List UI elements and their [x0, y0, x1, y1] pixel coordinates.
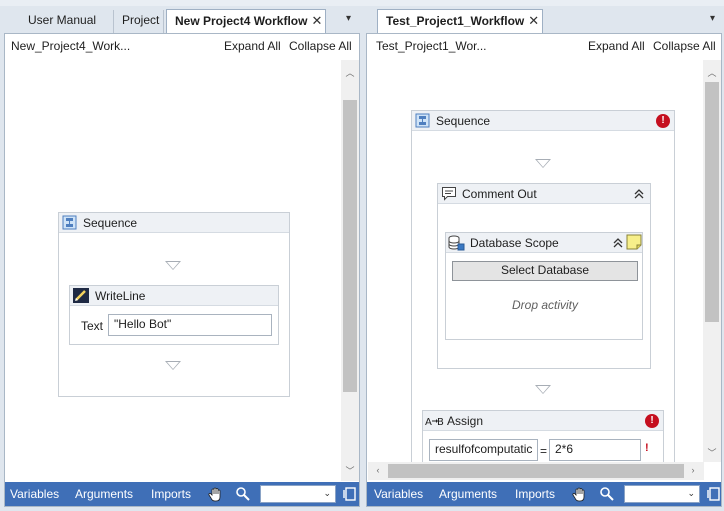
scrollbar-thumb[interactable]	[705, 82, 719, 322]
tab-test-project1-workflow[interactable]: Test_Project1_Workflow ✕	[377, 9, 543, 34]
collapse-icon[interactable]	[633, 188, 645, 200]
comment-icon	[442, 187, 456, 201]
designer-bottom-bar: Variables Arguments Imports ⌄	[5, 482, 359, 506]
assign-icon: A B	[425, 417, 444, 428]
imports-button[interactable]: Imports	[151, 487, 191, 501]
drop-target-icon[interactable]	[165, 361, 181, 370]
tab-label: User Manual	[28, 13, 97, 27]
writeline-header: WriteLine	[70, 286, 278, 306]
imports-button[interactable]: Imports	[515, 487, 555, 501]
expand-all-button[interactable]: Expand All	[588, 34, 645, 58]
collapse-all-button[interactable]: Collapse All	[289, 34, 352, 58]
drop-target-icon[interactable]	[535, 159, 551, 168]
collapse-icon[interactable]	[612, 237, 624, 249]
database-scope-header: Database Scope	[446, 233, 642, 253]
error-icon[interactable]: !	[656, 114, 670, 128]
annotation-note-icon[interactable]	[626, 234, 642, 250]
left-designer-panel: New_Project4_Work... Expand All Collapse…	[4, 33, 360, 507]
assign-value-input[interactable]: 2*6	[549, 439, 641, 461]
sequence-icon	[62, 215, 77, 230]
magnifier-icon[interactable]	[235, 486, 251, 502]
right-designer-panel: Test_Project1_Wor... Expand All Collapse…	[366, 33, 722, 507]
sequence-title: Sequence	[436, 114, 491, 128]
drop-target-icon[interactable]	[535, 385, 551, 394]
designer-canvas[interactable]: Sequence WriteLine Text "Hello Bot"	[6, 60, 341, 481]
tab-user-manual[interactable]: User Manual	[20, 10, 114, 33]
database-icon	[448, 235, 465, 251]
tab-project[interactable]: Project	[114, 10, 164, 33]
tab-list-dropdown-icon[interactable]: ▾	[710, 13, 715, 24]
tab-new-project4-workflow[interactable]: New Project4 Workflow ✕	[166, 9, 326, 34]
magnifier-icon[interactable]	[599, 486, 615, 502]
scroll-up-icon[interactable]: ︿	[343, 66, 357, 79]
writeline-title: WriteLine	[95, 289, 146, 303]
workflow-breadcrumb[interactable]: New_Project4_Work...	[11, 34, 130, 58]
scroll-up-icon[interactable]: ︿	[705, 66, 719, 79]
assign-header: A B Assign !	[423, 411, 663, 431]
chevron-down-icon: ⌄	[687, 488, 695, 498]
svg-text:B: B	[437, 417, 444, 428]
writeline-activity[interactable]: WriteLine Text "Hello Bot"	[69, 285, 279, 345]
arguments-button[interactable]: Arguments	[439, 487, 497, 501]
select-database-button[interactable]: Select Database	[452, 261, 638, 281]
expand-all-button[interactable]: Expand All	[224, 34, 281, 58]
text-label: Text	[81, 319, 104, 333]
tab-label: Test_Project1_Workflow	[386, 14, 525, 28]
database-scope-activity[interactable]: Database Scope Select Database Drop acti…	[445, 232, 643, 340]
database-scope-title: Database Scope	[470, 236, 559, 250]
right-tab-bar: Test_Project1_Workflow ✕ ▾	[366, 6, 724, 34]
tab-label: Project	[122, 13, 160, 27]
scroll-down-icon[interactable]: ﹀	[705, 446, 719, 459]
drop-target-icon[interactable]	[165, 261, 181, 270]
fit-to-screen-icon[interactable]	[707, 486, 721, 502]
zoom-level-select[interactable]: ⌄	[260, 485, 336, 503]
sequence-header: Sequence	[59, 213, 289, 233]
comment-out-activity[interactable]: Comment Out Database Scope Select Databa…	[437, 183, 651, 369]
assign-activity[interactable]: A B Assign ! resulfofcomputatic = 2*6 !	[422, 410, 664, 462]
horizontal-scrollbar[interactable]: ‹ ›	[368, 462, 704, 480]
scrollbar-thumb[interactable]	[388, 464, 684, 478]
chevron-down-icon: ⌄	[323, 488, 331, 498]
designer-bottom-bar: Variables Arguments Imports ⌄	[367, 482, 721, 506]
assign-to-input[interactable]: resulfofcomputatic	[429, 439, 538, 461]
comment-out-title: Comment Out	[462, 187, 537, 201]
error-icon[interactable]: !	[645, 414, 659, 428]
workflow-breadcrumb[interactable]: Test_Project1_Wor...	[376, 34, 487, 58]
close-icon[interactable]: ✕	[528, 13, 539, 28]
scroll-right-icon[interactable]: ›	[686, 465, 700, 475]
hand-pan-icon[interactable]	[208, 486, 224, 502]
sequence-title: Sequence	[83, 216, 138, 230]
scroll-left-icon[interactable]: ‹	[371, 465, 385, 475]
comment-out-header: Comment Out	[438, 184, 650, 204]
designer-header: New_Project4_Work... Expand All Collapse…	[5, 34, 359, 58]
writeline-icon	[73, 288, 89, 303]
text-value-input[interactable]: "Hello Bot"	[108, 314, 272, 336]
close-icon[interactable]: ✕	[311, 13, 322, 28]
svg-text:A: A	[425, 417, 432, 428]
equals-sign: =	[540, 444, 548, 458]
tab-label: New Project4 Workflow	[175, 14, 308, 28]
sequence-activity[interactable]: Sequence WriteLine Text "Hello Bot"	[58, 212, 290, 397]
vertical-scrollbar[interactable]: ︿ ﹀	[341, 60, 359, 481]
scrollbar-thumb[interactable]	[343, 100, 357, 392]
designer-header: Test_Project1_Wor... Expand All Collapse…	[367, 34, 721, 58]
variables-button[interactable]: Variables	[374, 487, 423, 501]
zoom-level-select[interactable]: ⌄	[624, 485, 700, 503]
hand-pan-icon[interactable]	[572, 486, 588, 502]
designer-canvas[interactable]: Sequence ! Comment Out Database Scope Se…	[368, 60, 703, 462]
left-tab-bar: User Manual Project New Project4 Workflo…	[0, 6, 362, 34]
tab-list-dropdown-icon[interactable]: ▾	[346, 13, 351, 24]
arguments-button[interactable]: Arguments	[75, 487, 133, 501]
drop-activity-placeholder[interactable]: Drop activity	[446, 298, 644, 312]
sequence-icon	[415, 113, 430, 128]
scroll-down-icon[interactable]: ﹀	[343, 464, 357, 477]
variables-button[interactable]: Variables	[10, 487, 59, 501]
error-icon[interactable]: !	[645, 442, 653, 454]
fit-to-screen-icon[interactable]	[343, 486, 357, 502]
assign-title: Assign	[447, 414, 484, 428]
collapse-all-button[interactable]: Collapse All	[653, 34, 716, 58]
sequence-header: Sequence !	[412, 111, 674, 131]
vertical-scrollbar[interactable]: ︿ ﹀	[703, 60, 721, 462]
